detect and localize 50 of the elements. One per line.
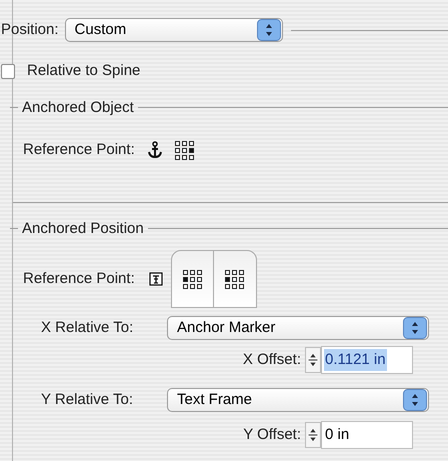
- dropdown-arrows-icon: [256, 19, 281, 41]
- section-title: Anchored Object: [21, 98, 135, 118]
- reference-point[interactable]: [190, 284, 195, 288]
- offset-field[interactable]: 0.1121 in: [321, 346, 413, 374]
- reference-point[interactable]: [182, 154, 187, 160]
- reference-point[interactable]: [174, 148, 180, 153]
- text-frame-icon: [148, 272, 163, 286]
- reference-point[interactable]: [239, 276, 244, 282]
- reference-point[interactable]: [239, 284, 244, 288]
- reference-point[interactable]: [225, 270, 230, 274]
- reference-point[interactable]: [225, 276, 230, 282]
- section-title: Anchored Position: [21, 218, 145, 238]
- reference-point[interactable]: [182, 140, 187, 146]
- reference-point[interactable]: [188, 148, 194, 153]
- offset-label: X Offset:: [242, 350, 301, 370]
- y-relative-to-dropdown[interactable]: Text Frame: [167, 388, 429, 412]
- reference-point[interactable]: [239, 270, 244, 274]
- reference-point[interactable]: [196, 284, 202, 288]
- reference-point[interactable]: [232, 276, 238, 282]
- reference-point[interactable]: [174, 140, 180, 146]
- x-relative-to-dropdown[interactable]: Anchor Marker: [167, 316, 429, 340]
- dropdown-arrows-icon: [403, 317, 427, 339]
- offset-field[interactable]: 0 in: [321, 421, 413, 449]
- reference-point[interactable]: [174, 154, 180, 160]
- reference-point[interactable]: [182, 270, 188, 274]
- anchor-icon: [146, 141, 163, 160]
- stepper-arrows-icon[interactable]: [305, 347, 321, 373]
- reference-point[interactable]: [188, 154, 194, 160]
- reference-point[interactable]: [196, 270, 202, 274]
- reference-point[interactable]: [190, 276, 195, 282]
- position-dropdown[interactable]: Custom: [64, 18, 283, 42]
- reference-point-label: Reference Point:: [23, 140, 135, 160]
- reference-point[interactable]: [190, 270, 195, 274]
- checkbox-label: Relative to Spine: [27, 61, 140, 81]
- reference-point[interactable]: [232, 284, 238, 288]
- reference-point[interactable]: [232, 270, 238, 274]
- reference-point[interactable]: [188, 140, 194, 146]
- dropdown-arrows-icon: [403, 389, 427, 411]
- x-relative-to-label: X Relative To:: [41, 318, 134, 338]
- position-label: Position:: [1, 20, 59, 40]
- relative-to-spine-checkbox[interactable]: [1, 64, 15, 79]
- reference-point[interactable]: [182, 276, 188, 282]
- reference-point-label: Reference Point:: [23, 268, 135, 289]
- reference-point[interactable]: [182, 284, 188, 288]
- offset-label: Y Offset:: [243, 424, 301, 445]
- reference-point[interactable]: [182, 148, 187, 153]
- y-relative-to-label: Y Relative To:: [41, 390, 134, 410]
- reference-point[interactable]: [225, 284, 230, 288]
- stepper-arrows-icon[interactable]: [305, 422, 321, 448]
- reference-point[interactable]: [196, 276, 202, 282]
